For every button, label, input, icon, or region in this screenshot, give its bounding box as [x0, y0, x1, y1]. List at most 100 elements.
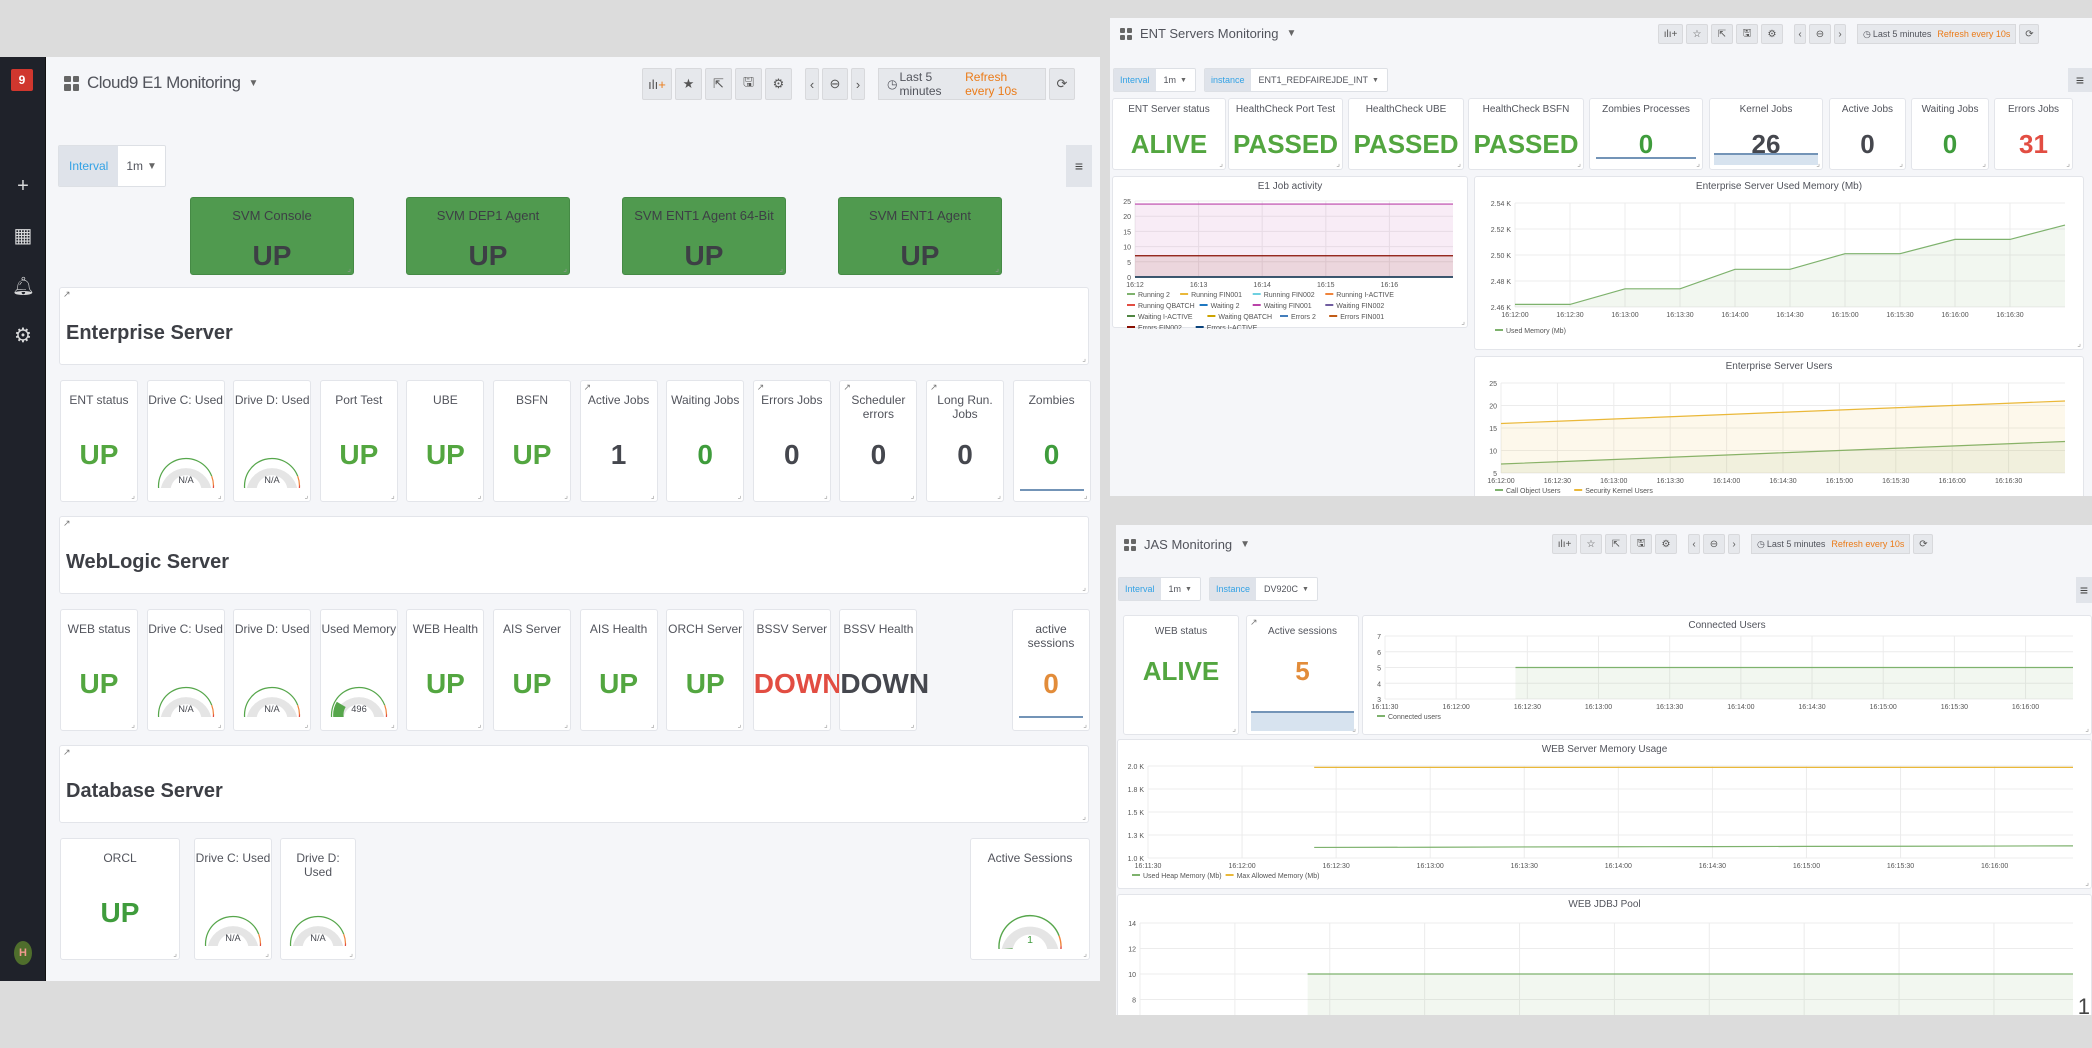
dashboards-icon[interactable]: ▦ — [12, 225, 34, 247]
panel-active-jobs[interactable]: ↗ Active Jobs 1 ⌟ — [579, 380, 658, 502]
panel-link-icon[interactable]: ↗ — [63, 518, 71, 529]
resize-handle[interactable]: ⌟ — [1083, 720, 1087, 729]
panel-active-jobs[interactable]: Active Jobs 0 ⌟ — [1829, 98, 1906, 170]
resize-handle[interactable]: ⌟ — [173, 949, 177, 958]
dashboard-menu-button[interactable]: ≡ — [1066, 145, 1092, 187]
zoom-out-button[interactable]: ⊖ — [1809, 24, 1831, 44]
resize-handle[interactable]: ⌟ — [737, 491, 741, 500]
panel-ube[interactable]: UBE UP ⌟ — [406, 380, 485, 502]
panel-link-icon[interactable]: ↗ — [930, 382, 938, 393]
panel-healthcheck-port-test[interactable]: HealthCheck Port Test PASSED ⌟ — [1228, 98, 1343, 170]
legend-item-waiting-qbatch[interactable]: Waiting QBATCH — [1207, 314, 1272, 321]
panel-waiting-jobs[interactable]: Waiting Jobs 0 ⌟ — [666, 380, 745, 502]
panel-svm-console[interactable]: SVM Console UP ⌟ — [190, 197, 354, 275]
legend-item-running-qbatch[interactable]: Running QBATCH — [1127, 303, 1195, 310]
resize-handle[interactable]: ⌟ — [1457, 159, 1461, 168]
panel-link-icon[interactable]: ↗ — [757, 382, 765, 393]
chart-panel-connected-users[interactable]: Connected Users 3 4 5 6 7 16:11:30 16:12:00 16:1… — [1362, 615, 2092, 735]
legend-item-errors-2[interactable]: Errors 2 — [1280, 314, 1316, 321]
legend-item-running-fin001[interactable]: Running FIN001 — [1180, 292, 1242, 299]
share-button[interactable]: ⇱ — [1711, 24, 1733, 44]
dashboard-title[interactable]: Cloud9 E1 Monitoring ▼ — [64, 73, 258, 93]
chart-panel-web-memory[interactable]: WEB Server Memory Usage 1.0 K 1.3 K 1.5 K 1.… — [1117, 739, 2092, 889]
panel-healthcheck-bsfn[interactable]: HealthCheck BSFN PASSED ⌟ — [1468, 98, 1584, 170]
legend-item-call-object-users[interactable]: Call Object Users — [1495, 488, 1561, 495]
bell-icon[interactable]: 🔔︎ — [12, 275, 35, 297]
panel-ais-server[interactable]: AIS Server UP ⌟ — [493, 609, 571, 731]
legend-item-errors-fin001[interactable]: Errors FIN001 — [1329, 314, 1384, 321]
resize-handle[interactable]: ⌟ — [2085, 878, 2089, 887]
resize-handle[interactable]: ⌟ — [218, 720, 222, 729]
resize-handle[interactable]: ⌟ — [1461, 317, 1465, 326]
resize-handle[interactable]: ⌟ — [1083, 949, 1087, 958]
refresh-button[interactable]: ⟳ — [1049, 68, 1075, 100]
legend-item-used-heap-memory-mb[interactable]: Used Heap Memory (Mb) — [1132, 873, 1222, 880]
add-panel-button[interactable]: ılı+ — [642, 68, 672, 100]
panel-link-icon[interactable]: ↗ — [843, 382, 851, 393]
panel-scheduler-errors[interactable]: ↗ Scheduler errors 0 ⌟ — [839, 380, 918, 502]
resize-handle[interactable]: ⌟ — [737, 720, 741, 729]
instance-select[interactable]: ENT1_REDFAIREJDE_INT ▼ — [1250, 69, 1387, 91]
panel-drive-d-used[interactable]: Drive D: Used N/A ⌟ — [233, 609, 312, 731]
resize-handle[interactable]: ⌟ — [779, 264, 783, 273]
time-forward-button[interactable]: › — [851, 68, 865, 100]
time-forward-button[interactable]: › — [1728, 534, 1740, 554]
settings-button[interactable]: ⚙ — [765, 68, 792, 100]
resize-handle[interactable]: ⌟ — [651, 720, 655, 729]
panel-active-sessions[interactable]: ↗ Active sessions 5 ⌟ — [1246, 615, 1359, 735]
save-button[interactable]: 🖫︎ — [735, 68, 762, 100]
resize-handle[interactable]: ⌟ — [1084, 491, 1088, 500]
chart-panel-web-jdbj-pool[interactable]: WEB JDBJ Pool 6 8 10 12 14 16:11:30 16:12:00 16:… — [1117, 894, 2092, 1015]
zoom-out-button[interactable]: ⊖ — [1703, 534, 1725, 554]
chart-panel-ent-users[interactable]: Enterprise Server Users 5 10 15 20 25 16:12:00… — [1474, 356, 2084, 496]
resize-handle[interactable]: ⌟ — [564, 491, 568, 500]
resize-handle[interactable]: ⌟ — [564, 720, 568, 729]
row-header-weblogic[interactable]: ↗ WebLogic Server ⌟ — [59, 516, 1089, 594]
panel-active-sessions[interactable]: Active Sessions 1 ⌟ — [970, 838, 1090, 960]
legend-item-waiting-i-active[interactable]: Waiting I-ACTIVE — [1127, 314, 1193, 321]
resize-handle[interactable]: ⌟ — [131, 720, 135, 729]
time-back-button[interactable]: ‹ — [805, 68, 819, 100]
panel-svm-ent1-agent[interactable]: SVM ENT1 Agent UP ⌟ — [838, 197, 1002, 275]
resize-handle[interactable]: ⌟ — [824, 720, 828, 729]
resize-handle[interactable]: ⌟ — [1082, 583, 1086, 592]
legend-item-waiting-fin001[interactable]: Waiting FIN001 — [1252, 303, 1312, 310]
chart-panel-ent-used-memory[interactable]: Enterprise Server Used Memory (Mb) 2.46 K… — [1474, 176, 2084, 350]
row-header-enterprise[interactable]: ↗ Enterprise Server ⌟ — [59, 287, 1089, 365]
panel-ent-server-status[interactable]: ENT Server status ALIVE ⌟ — [1112, 98, 1226, 170]
instance-variable[interactable]: Instance DV920C ▼ — [1208, 577, 1318, 601]
interval-variable[interactable]: Interval 1m ▼ — [1113, 68, 1196, 92]
resize-handle[interactable]: ⌟ — [1696, 159, 1700, 168]
resize-handle[interactable]: ⌟ — [304, 720, 308, 729]
legend-item-running-fin002[interactable]: Running FIN002 — [1252, 292, 1315, 299]
legend-item-errors-i-active[interactable]: Errors I-ACTIVE — [1195, 325, 1258, 329]
time-picker[interactable]: ◷ Last 5 minutes Refresh every 10s — [1857, 24, 2017, 44]
resize-handle[interactable]: ⌟ — [2066, 159, 2070, 168]
panel-port-test[interactable]: Port Test UP ⌟ — [319, 380, 398, 502]
resize-handle[interactable]: ⌟ — [1352, 724, 1356, 733]
panel-errors-jobs[interactable]: ↗ Errors Jobs 0 ⌟ — [752, 380, 831, 502]
plus-icon[interactable]: + — [12, 175, 34, 197]
resize-handle[interactable]: ⌟ — [1336, 159, 1340, 168]
resize-handle[interactable]: ⌟ — [563, 264, 567, 273]
interval-select[interactable]: 1m ▼ — [1160, 578, 1200, 600]
interval-select[interactable]: 1m ▼ — [118, 146, 165, 186]
panel-web-status[interactable]: WEB status ALIVE ⌟ — [1123, 615, 1239, 735]
user-avatar[interactable]: H — [14, 941, 32, 965]
resize-handle[interactable]: ⌟ — [824, 491, 828, 500]
time-back-button[interactable]: ‹ — [1794, 24, 1806, 44]
add-panel-button[interactable]: ılı+ — [1658, 24, 1683, 44]
resize-handle[interactable]: ⌟ — [1577, 159, 1581, 168]
legend-item-waiting-fin002[interactable]: Waiting FIN002 — [1325, 303, 1384, 310]
panel-svm-dep1-agent[interactable]: SVM DEP1 Agent UP ⌟ — [406, 197, 570, 275]
interval-variable[interactable]: Interval 1m ▼ — [58, 145, 166, 187]
panel-link-icon[interactable]: ↗ — [584, 382, 592, 393]
resize-handle[interactable]: ⌟ — [651, 491, 655, 500]
row-header-database[interactable]: ↗ Database Server ⌟ — [59, 745, 1089, 823]
legend-item-errors-fin002[interactable]: Errors FIN002 — [1127, 325, 1182, 329]
star-button[interactable]: ☆ — [1580, 534, 1602, 554]
panel-drive-c-used[interactable]: Drive C: Used N/A ⌟ — [146, 380, 225, 502]
resize-handle[interactable]: ⌟ — [1816, 159, 1820, 168]
panel-long-run-jobs[interactable]: ↗ Long Run. Jobs 0 ⌟ — [926, 380, 1004, 502]
settings-button[interactable]: ⚙ — [1761, 24, 1783, 44]
